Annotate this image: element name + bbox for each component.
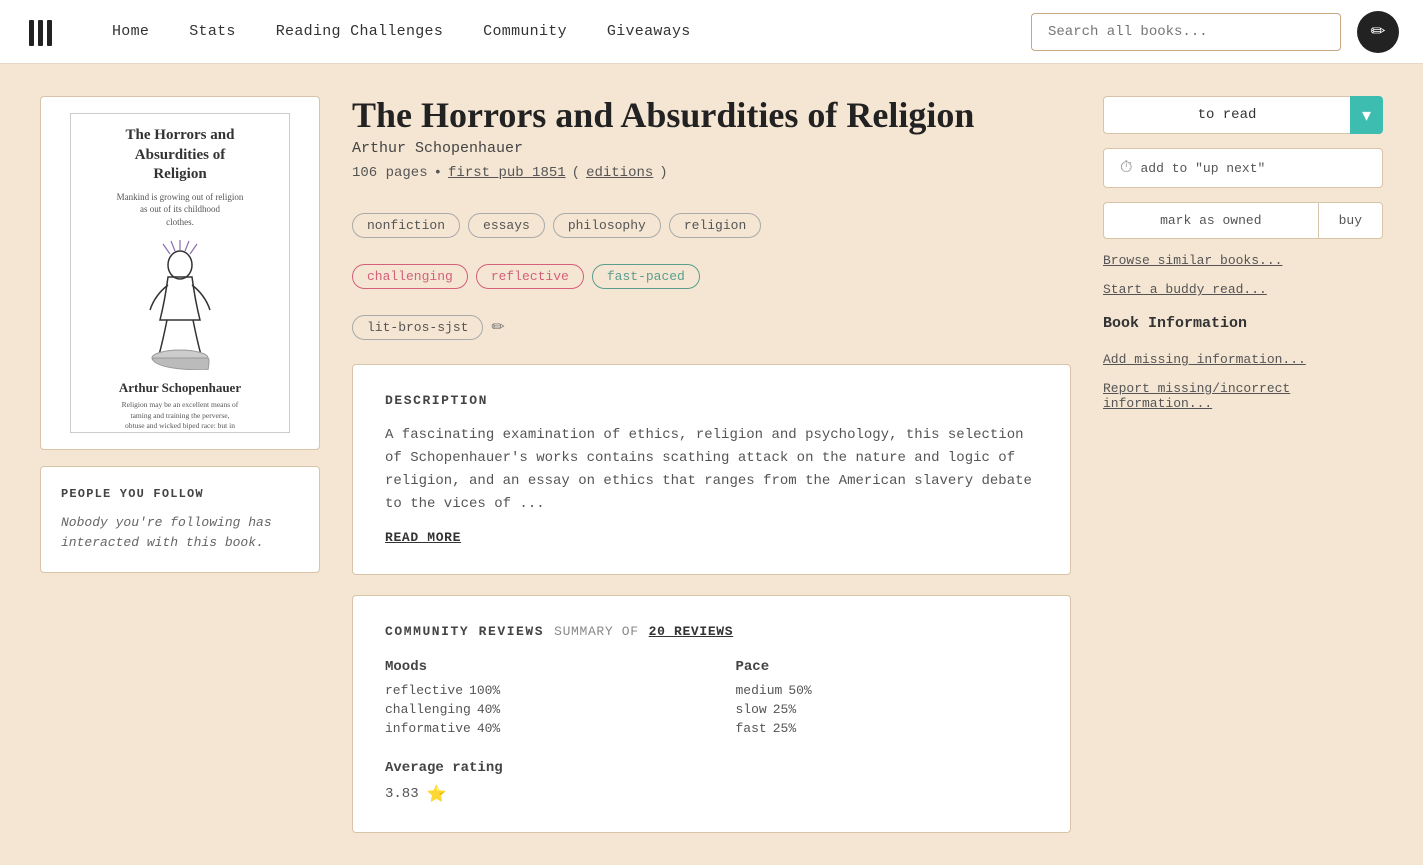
chevron-down-icon: ▾ [1362, 105, 1371, 126]
report-missing-link[interactable]: Report missing/incorrect information... [1103, 381, 1383, 411]
nav-giveaways[interactable]: Giveaways [587, 23, 711, 40]
tag-essays[interactable]: essays [468, 213, 545, 238]
nav-community[interactable]: Community [463, 23, 587, 40]
shelf-dropdown-button[interactable]: ▾ [1350, 96, 1383, 134]
action-row: mark as owned buy [1103, 202, 1383, 239]
tag-reflective[interactable]: reflective [476, 264, 584, 289]
read-more-link[interactable]: READ MORE [385, 530, 461, 545]
clock-icon: ⏱ [1120, 159, 1132, 177]
star-icon: ⭐ [427, 784, 447, 804]
tag-challenging[interactable]: challenging [352, 264, 468, 289]
edit-tags-icon[interactable]: ✏ [491, 317, 504, 337]
book-cover-image: The Horrors and Absurdities of Religion … [70, 113, 290, 433]
book-title: The Horrors and Absurdities of Religion [352, 96, 1071, 136]
custom-tag-row: lit-bros-sjst ✏ [352, 315, 1071, 340]
main-content: The Horrors and Absurdities of Religion … [0, 64, 1423, 865]
reviews-count-link[interactable]: 20 REVIEWS [649, 624, 734, 639]
mark-owned-button[interactable]: mark as owned [1103, 202, 1318, 239]
pace-col: Pace medium 50% slow 25% fast 25% [736, 659, 1039, 740]
up-next-label: add to "up next" [1140, 161, 1265, 176]
book-meta: 106 pages • first pub 1851 (editions) [352, 165, 1071, 181]
book-header: The Horrors and Absurdities of Religion … [352, 96, 1071, 193]
nav-links: Home Stats Reading Challenges Community … [92, 23, 1031, 40]
tag-nonfiction[interactable]: nonfiction [352, 213, 460, 238]
add-missing-link[interactable]: Add missing information... [1103, 352, 1383, 367]
cover-title: The Horrors and Absurdities of Religion [126, 126, 235, 185]
browse-similar-link[interactable]: Browse similar books... [1103, 253, 1383, 268]
mood-reflective: reflective 100% [385, 683, 688, 698]
description-card: DESCRIPTION A fascinating examination of… [352, 364, 1071, 575]
user-avatar[interactable]: ✏ [1357, 11, 1399, 53]
start-buddy-read-link[interactable]: Start a buddy read... [1103, 282, 1383, 297]
primary-tags: nonfiction essays philosophy religion [352, 213, 1071, 238]
reviews-heading: COMMUNITY REVIEWS [385, 624, 544, 639]
cover-author: Arthur Schopenhauer [119, 380, 241, 396]
center-column: The Horrors and Absurdities of Religion … [352, 96, 1071, 833]
description-text: A fascinating examination of ethics, rel… [385, 424, 1038, 516]
up-next-button[interactable]: ⏱ add to "up next" [1103, 148, 1383, 188]
cover-desc: Religion may be an excellent means oftam… [122, 400, 239, 433]
first-pub-link[interactable]: first pub 1851 [448, 165, 566, 181]
reviews-header: COMMUNITY REVIEWS SUMMARY OF 20 REVIEWS [385, 624, 1038, 639]
tag-fast-paced[interactable]: fast-paced [592, 264, 700, 289]
moods-col: Moods reflective 100% challenging 40% in… [385, 659, 688, 740]
nav-reading-challenges[interactable]: Reading Challenges [256, 23, 463, 40]
shelf-row: to read ▾ [1103, 96, 1383, 134]
description-heading: DESCRIPTION [385, 393, 1038, 408]
reviews-card: COMMUNITY REVIEWS SUMMARY OF 20 REVIEWS … [352, 595, 1071, 833]
people-card-text: Nobody you're following has interacted w… [61, 513, 299, 552]
pace-slow: slow 25% [736, 702, 1039, 717]
people-card-heading: PEOPLE YOU FOLLOW [61, 487, 299, 501]
secondary-tags: challenging reflective fast-paced [352, 264, 1071, 289]
custom-tag[interactable]: lit-bros-sjst [352, 315, 483, 340]
pace-medium: medium 50% [736, 683, 1039, 698]
tag-religion[interactable]: religion [669, 213, 761, 238]
search-input[interactable] [1031, 13, 1341, 51]
avg-rating-row: 3.83 ⭐ [385, 784, 1038, 804]
avg-rating-label: Average rating [385, 760, 1038, 776]
moods-heading: Moods [385, 659, 688, 675]
tag-philosophy[interactable]: philosophy [553, 213, 661, 238]
avg-rating-value: 3.83 [385, 786, 419, 802]
editions-link[interactable]: editions [586, 165, 653, 181]
right-column: to read ▾ ⏱ add to "up next" mark as own… [1103, 96, 1383, 833]
mood-challenging: challenging 40% [385, 702, 688, 717]
book-author: Arthur Schopenhauer [352, 140, 1071, 157]
buy-button[interactable]: buy [1318, 202, 1383, 239]
search-container [1031, 13, 1341, 51]
pace-heading: Pace [736, 659, 1039, 675]
book-pages: 106 pages [352, 165, 428, 181]
left-column: The Horrors and Absurdities of Religion … [40, 96, 320, 833]
shelf-button[interactable]: to read [1103, 96, 1350, 134]
nav-home[interactable]: Home [92, 23, 169, 40]
cover-subtitle: Mankind is growing out of religionas out… [117, 191, 244, 229]
mood-informative: informative 40% [385, 721, 688, 736]
people-you-follow-card: PEOPLE YOU FOLLOW Nobody you're followin… [40, 466, 320, 573]
navbar: Home Stats Reading Challenges Community … [0, 0, 1423, 64]
pace-fast: fast 25% [736, 721, 1039, 736]
cover-figure [110, 240, 250, 370]
reviews-summary-label: SUMMARY OF [554, 624, 639, 639]
nav-stats[interactable]: Stats [169, 23, 256, 40]
logo[interactable] [24, 12, 64, 52]
book-cover-card: The Horrors and Absurdities of Religion … [40, 96, 320, 450]
book-info-heading: Book Information [1103, 315, 1383, 332]
reviews-columns: Moods reflective 100% challenging 40% in… [385, 659, 1038, 740]
